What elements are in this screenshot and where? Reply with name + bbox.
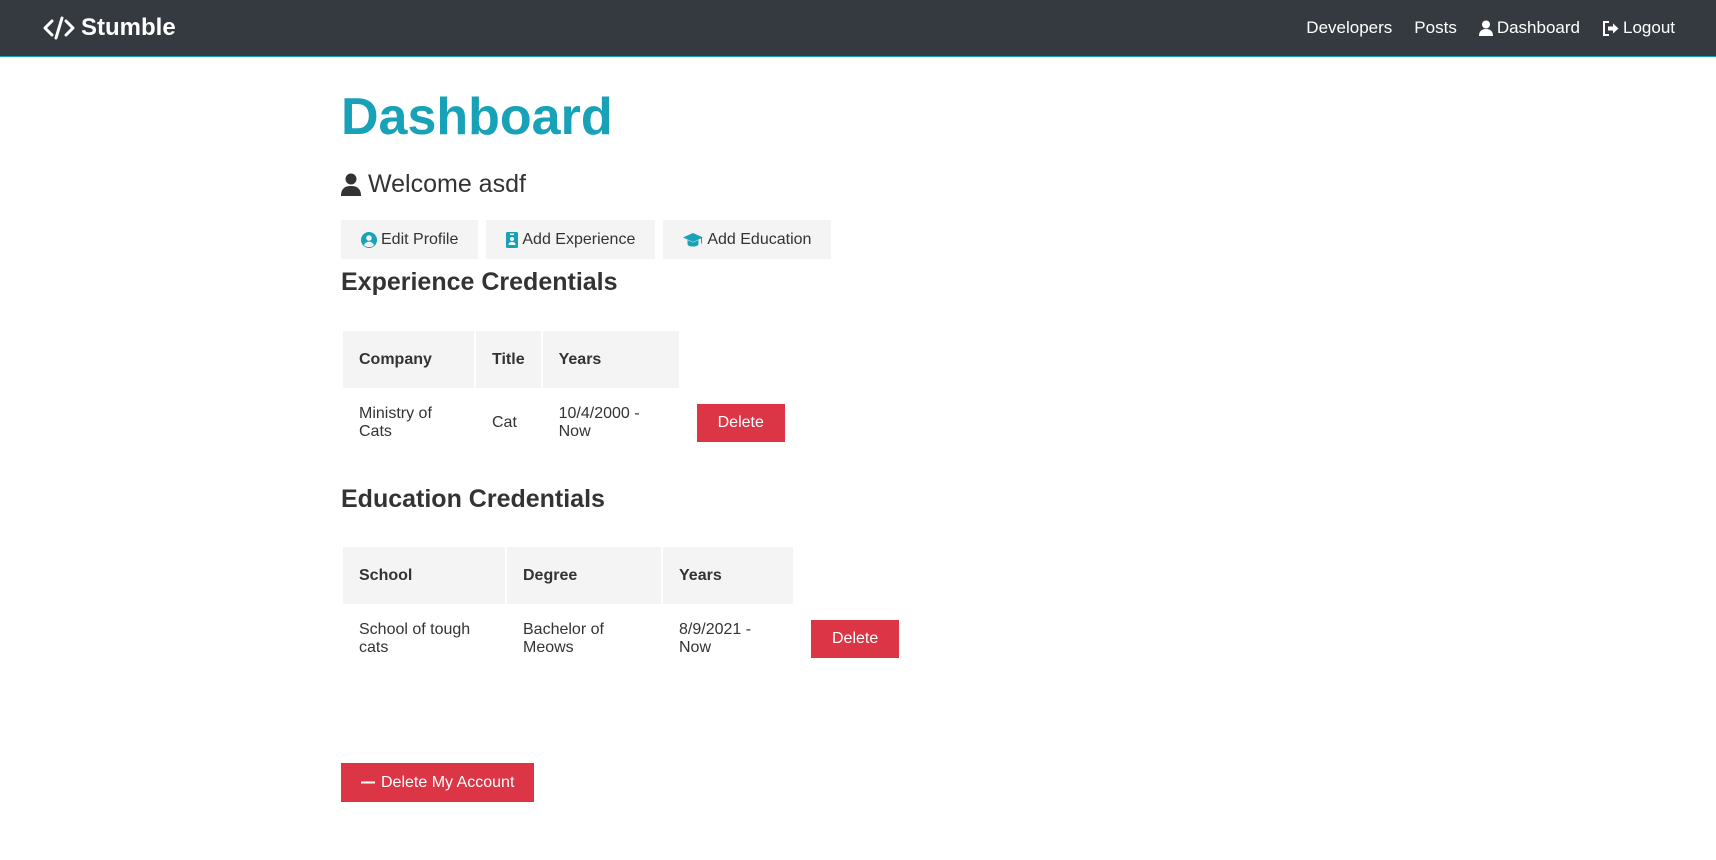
graduation-cap-icon — [683, 232, 704, 246]
edit-profile-button[interactable]: Edit Profile — [341, 220, 479, 259]
delete-experience-button[interactable]: Delete — [696, 404, 785, 442]
add-education-button[interactable]: Add Education — [663, 220, 832, 259]
delete-account-label: Delete My Account — [381, 773, 515, 791]
table-header-row: School Degree Years — [343, 547, 915, 604]
table-row: Ministry of Cats Cat 10/4/2000 - Now Del… — [343, 390, 801, 456]
column-header-degree: Degree — [507, 547, 661, 604]
nav-link-label: Logout — [1623, 18, 1675, 37]
welcome-message: Welcome asdf — [341, 170, 526, 199]
nav-link-label: Developers — [1306, 18, 1393, 37]
user-icon — [341, 173, 361, 196]
nav-link-logout[interactable]: Logout — [1602, 18, 1675, 38]
education-degree: Bachelor of Meows — [523, 621, 604, 656]
sign-out-icon — [1603, 20, 1619, 36]
experience-table: Company Title Years Ministry of Cats Cat… — [341, 329, 803, 458]
nav-link-developers[interactable]: Developers — [1306, 18, 1392, 38]
edit-profile-label: Edit Profile — [381, 230, 459, 248]
user-circle-icon — [361, 231, 377, 248]
brand-name: Stumble — [81, 14, 176, 41]
table-row: School of tough cats Bachelor of Meows 8… — [343, 606, 915, 672]
experience-title: Cat — [492, 414, 517, 431]
experience-years: 10/4/2000 - Now — [558, 405, 640, 440]
table-header-row: Company Title Years — [343, 331, 801, 388]
navbar: Stumble Developers Posts Dashboard Logou… — [0, 0, 1716, 57]
nav-link-label: Dashboard — [1496, 18, 1580, 37]
id-badge-icon — [506, 231, 519, 248]
nav-link-dashboard[interactable]: Dashboard — [1478, 18, 1580, 38]
nav-link-label: Posts — [1414, 18, 1457, 37]
column-header-company: Company — [343, 331, 474, 388]
education-section-title: Education Credentials — [341, 485, 605, 513]
user-icon — [1478, 20, 1493, 36]
education-years: 8/9/2021 - Now — [679, 621, 752, 656]
column-header-title: Title — [476, 331, 541, 388]
column-header-years: Years — [542, 331, 679, 388]
add-experience-button[interactable]: Add Experience — [486, 220, 656, 259]
page-title: Dashboard — [341, 88, 613, 146]
dashboard-actions: Edit Profile Add Experience Add Educatio… — [341, 220, 839, 259]
add-education-label: Add Education — [707, 230, 812, 248]
brand-link[interactable]: Stumble — [43, 14, 176, 42]
nav-link-posts[interactable]: Posts — [1414, 18, 1457, 38]
education-table: School Degree Years School of tough cats… — [341, 545, 917, 674]
delete-account-button[interactable]: Delete My Account — [341, 763, 535, 802]
welcome-text: Welcome asdf — [368, 170, 526, 198]
column-header-years: Years — [663, 547, 793, 604]
minus-icon — [361, 781, 375, 783]
add-experience-label: Add Experience — [522, 230, 636, 248]
experience-company: Ministry of Cats — [359, 405, 432, 440]
education-school: School of tough cats — [359, 621, 471, 656]
experience-section-title: Experience Credentials — [341, 268, 618, 296]
code-icon — [43, 16, 75, 40]
delete-education-button[interactable]: Delete — [811, 620, 900, 658]
nav-links: Developers Posts Dashboard Logout — [1284, 18, 1675, 38]
column-header-school: School — [343, 547, 505, 604]
